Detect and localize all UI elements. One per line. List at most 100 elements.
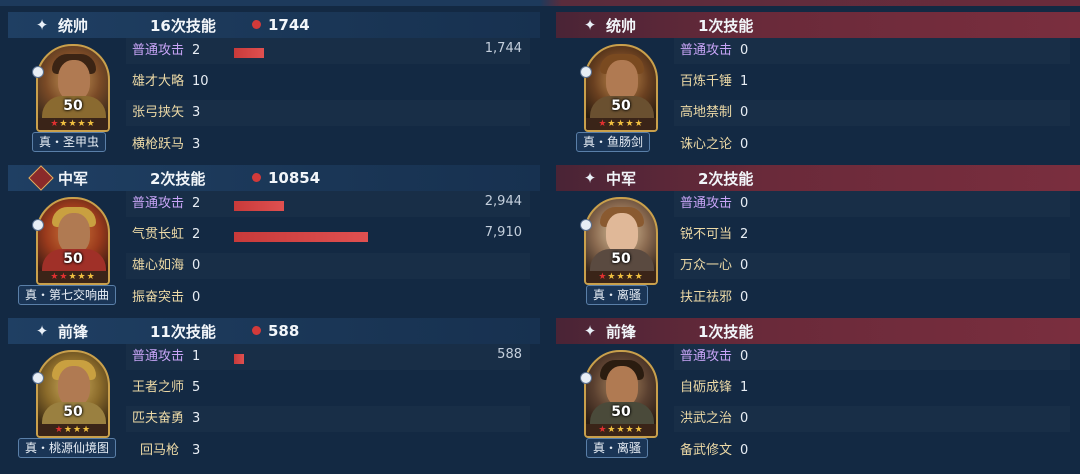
skill-name: 万众一心	[680, 258, 733, 273]
right-section-commander: ✦ 统帅 1次技能 50 ★★★★★ 真・鱼肠剑 普通攻击 0 百炼千锤 1 高…	[556, 8, 1080, 160]
skill-row: 万众一心 0	[680, 255, 748, 277]
star-rating: ★★★★★	[38, 271, 108, 283]
section-header: ✦ 中军 2次技能	[556, 165, 1080, 191]
hero-level: 50	[611, 98, 631, 114]
skill-name: 洪武之治	[680, 411, 733, 426]
skill-row: 普通攻击 0	[680, 40, 748, 62]
skill-row: 王者之师 5	[132, 377, 200, 399]
skill-row: 百炼千锤 1	[680, 71, 748, 93]
skill-use-count: 10	[192, 74, 209, 89]
gear-tag[interactable]: 真・鱼肠剑	[576, 132, 651, 152]
hero-portrait[interactable]: 50 ★★★★★	[36, 44, 110, 132]
skill-name: 高地禁制	[680, 105, 733, 120]
left-section-midarmy: 中军 2次技能 10854 50 ★★★★★ 真・第七交响曲 普通攻击 2 2,…	[8, 161, 540, 313]
skill-count: 1次技能	[698, 322, 754, 341]
section-header: ✦ 统帅 1次技能	[556, 12, 1080, 38]
skill-name: 普通攻击	[680, 196, 733, 211]
left-section-commander: ✦ 统帅 16次技能 1744 50 ★★★★★ 真・圣甲虫 普通攻击 2 1,…	[8, 8, 540, 160]
skill-use-count: 0	[740, 137, 749, 152]
skill-row: 普通攻击 0	[680, 193, 748, 215]
damage-bar	[234, 232, 368, 242]
gear-tag[interactable]: 真・桃源仙境图	[18, 438, 117, 458]
damage-bar	[234, 48, 264, 58]
skill-row: 雄才大略 10	[132, 71, 209, 93]
star-rating: ★★★★★	[586, 118, 656, 130]
damage-value: 2,944	[484, 194, 522, 209]
skill-name: 雄心如海	[132, 258, 185, 273]
hero-badge-icon	[32, 372, 44, 384]
portrait-face	[58, 366, 90, 406]
skill-name: 百炼千锤	[680, 74, 733, 89]
top-divider-bar	[0, 0, 1080, 6]
hero-level: 50	[63, 404, 83, 420]
portrait-face	[606, 60, 638, 100]
star-rating: ★★★★★	[38, 118, 108, 130]
skill-row: 匹夫奋勇 3	[132, 408, 200, 430]
skill-name: 横枪跃马	[132, 137, 185, 152]
gear-tag[interactable]: 真・圣甲虫	[32, 132, 107, 152]
skill-row: 张弓挟矢 3	[132, 102, 200, 124]
damage-bar	[234, 354, 244, 364]
section-header: 中军 2次技能 10854	[8, 165, 540, 191]
skill-count: 11次技能	[150, 322, 216, 341]
left-section-vanguard: ✦ 前锋 11次技能 588 50 ★★★★ 真・桃源仙境图 普通攻击 1 58…	[8, 314, 540, 466]
damage-dot-icon	[252, 173, 261, 182]
skill-name: 张弓挟矢	[132, 105, 185, 120]
damage-dot-icon	[252, 326, 261, 335]
skill-use-count: 0	[740, 411, 749, 426]
sparkle-icon: ✦	[583, 169, 597, 187]
hero-level: 50	[63, 98, 83, 114]
hero-level: 50	[611, 251, 631, 267]
skill-use-count: 0	[192, 258, 201, 273]
skill-name: 回马枪	[140, 443, 180, 458]
damage-dot-icon	[252, 20, 261, 29]
role-name: 前锋	[606, 322, 637, 341]
right-section-vanguard: ✦ 前锋 1次技能 50 ★★★★★ 真・离骚 普通攻击 0 自砺成锋 1 洪武…	[556, 314, 1080, 466]
skill-use-count: 3	[192, 137, 201, 152]
skill-use-count: 3	[192, 443, 201, 458]
damage-total: 10854	[268, 169, 321, 187]
section-header: ✦ 前锋 11次技能 588	[8, 318, 540, 344]
skill-name: 振奋突击	[132, 290, 185, 305]
sparkle-icon: ✦	[583, 322, 597, 340]
skill-name: 诛心之论	[680, 137, 733, 152]
hero-portrait[interactable]: 50 ★★★★★	[584, 44, 658, 132]
hero-portrait[interactable]: 50 ★★★★★	[584, 350, 658, 438]
skill-name: 雄才大略	[132, 74, 185, 89]
skill-row: 普通攻击 2	[132, 193, 200, 215]
skill-row: 自砺成锋 1	[680, 377, 748, 399]
portrait-face	[58, 60, 90, 100]
skill-use-count: 0	[740, 196, 749, 211]
sparkle-icon: ✦	[583, 16, 597, 34]
star-rating: ★★★★★	[586, 271, 656, 283]
hero-badge-icon	[580, 372, 592, 384]
skill-name: 普通攻击	[680, 43, 733, 58]
star-rating: ★★★★★	[586, 424, 656, 436]
hero-portrait[interactable]: 50 ★★★★★	[584, 197, 658, 285]
skill-name: 普通攻击	[132, 349, 185, 364]
skill-use-count: 0	[740, 105, 749, 120]
skill-use-count: 0	[740, 290, 749, 305]
gear-tag[interactable]: 真・第七交响曲	[18, 285, 117, 305]
skill-row: 扶正祛邪 0	[680, 287, 748, 309]
damage-total: 588	[268, 322, 300, 340]
skill-use-count: 1	[192, 349, 201, 364]
skill-row: 雄心如海 0	[132, 255, 200, 277]
sparkle-icon: ✦	[35, 16, 49, 34]
right-section-midarmy: ✦ 中军 2次技能 50 ★★★★★ 真・离骚 普通攻击 0 锐不可当 2 万众…	[556, 161, 1080, 313]
role-name: 统帅	[606, 16, 637, 35]
hero-portrait[interactable]: 50 ★★★★	[36, 350, 110, 438]
skill-count: 2次技能	[698, 169, 754, 188]
skill-row: 洪武之治 0	[680, 408, 748, 430]
hero-badge-icon	[32, 66, 44, 78]
skill-name: 普通攻击	[132, 43, 185, 58]
gear-tag[interactable]: 真・离骚	[586, 438, 649, 458]
skill-count: 16次技能	[150, 16, 216, 35]
gear-tag[interactable]: 真・离骚	[586, 285, 649, 305]
hero-badge-icon	[580, 66, 592, 78]
skill-row: 备武修文 0	[680, 440, 748, 462]
skill-row: 锐不可当 2	[680, 224, 748, 246]
hero-portrait[interactable]: 50 ★★★★★	[36, 197, 110, 285]
skill-count: 2次技能	[150, 169, 206, 188]
skill-row: 高地禁制 0	[680, 102, 748, 124]
